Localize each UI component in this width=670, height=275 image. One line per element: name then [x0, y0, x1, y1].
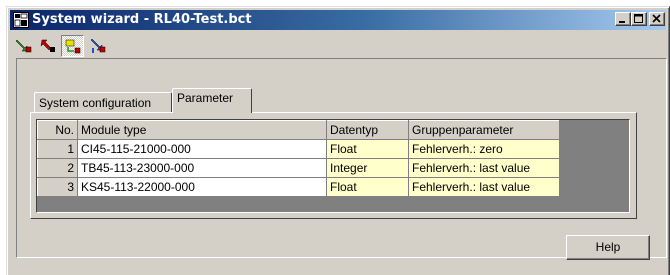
- gruppenparameter-cell[interactable]: Fehlerverh.: zero: [408, 139, 560, 159]
- parameter-table: No. Module type Datentyp Gruppenparamete…: [37, 120, 560, 197]
- toolbar-button-1[interactable]: [13, 35, 36, 57]
- column-header-no[interactable]: No.: [37, 120, 78, 140]
- module-type-cell[interactable]: TB45-113-23000-000: [77, 158, 327, 178]
- info-arrow-icon: [90, 38, 106, 53]
- datentyp-cell[interactable]: Float: [326, 139, 409, 159]
- column-header-datentyp[interactable]: Datentyp: [326, 120, 409, 140]
- help-button[interactable]: Help: [566, 235, 650, 260]
- table-row[interactable]: 1 CI45-115-21000-000 Float Fehlerverh.: …: [37, 139, 560, 159]
- close-button[interactable]: [649, 12, 665, 26]
- tab-parameter[interactable]: Parameter: [172, 88, 252, 113]
- header-row: No. Module type Datentyp Gruppenparamete…: [37, 120, 560, 140]
- arrow-up-left-icon: [40, 39, 55, 52]
- tab-label: Parameter: [177, 91, 234, 105]
- minimize-button[interactable]: [615, 12, 631, 26]
- toolbar: [13, 33, 173, 59]
- parameter-grid[interactable]: No. Module type Datentyp Gruppenparamete…: [36, 119, 630, 213]
- column-header-module-type[interactable]: Module type: [77, 120, 327, 140]
- module-type-cell[interactable]: KS45-113-22000-000: [77, 177, 327, 197]
- title-bar[interactable]: System wizard - RL40-Test.bct: [10, 10, 666, 30]
- maximize-button[interactable]: [631, 12, 647, 26]
- maximize-icon: [634, 14, 643, 23]
- column-header-gruppenparameter[interactable]: Gruppenparameter: [408, 120, 560, 140]
- minimize-icon: [619, 21, 625, 23]
- gruppenparameter-cell[interactable]: Fehlerverh.: last value: [408, 177, 560, 197]
- toolbar-button-2[interactable]: [37, 35, 60, 57]
- window-title: System wizard - RL40-Test.bct: [32, 12, 252, 27]
- toolbar-button-4[interactable]: [87, 35, 110, 57]
- arrow-down-right-icon: [16, 39, 32, 53]
- module-type-cell[interactable]: CI45-115-21000-000: [77, 139, 327, 159]
- row-number: 3: [37, 177, 78, 197]
- table-row[interactable]: 2 TB45-113-23000-000 Integer Fehlerverh.…: [37, 158, 560, 178]
- table-row[interactable]: 3 KS45-113-22000-000 Float Fehlerverh.: …: [37, 177, 560, 197]
- gruppenparameter-cell[interactable]: Fehlerverh.: last value: [408, 158, 560, 178]
- toolbar-button-3[interactable]: [61, 35, 84, 57]
- datentyp-cell[interactable]: Float: [326, 177, 409, 197]
- tab-system-configuration[interactable]: System configuration: [34, 92, 172, 112]
- module-config-icon: [65, 39, 81, 54]
- app-icon: [13, 12, 29, 28]
- tab-label: System configuration: [39, 96, 152, 110]
- datentyp-cell[interactable]: Integer: [326, 158, 409, 178]
- close-icon: [652, 14, 661, 23]
- row-number: 1: [37, 139, 78, 159]
- row-number: 2: [37, 158, 78, 178]
